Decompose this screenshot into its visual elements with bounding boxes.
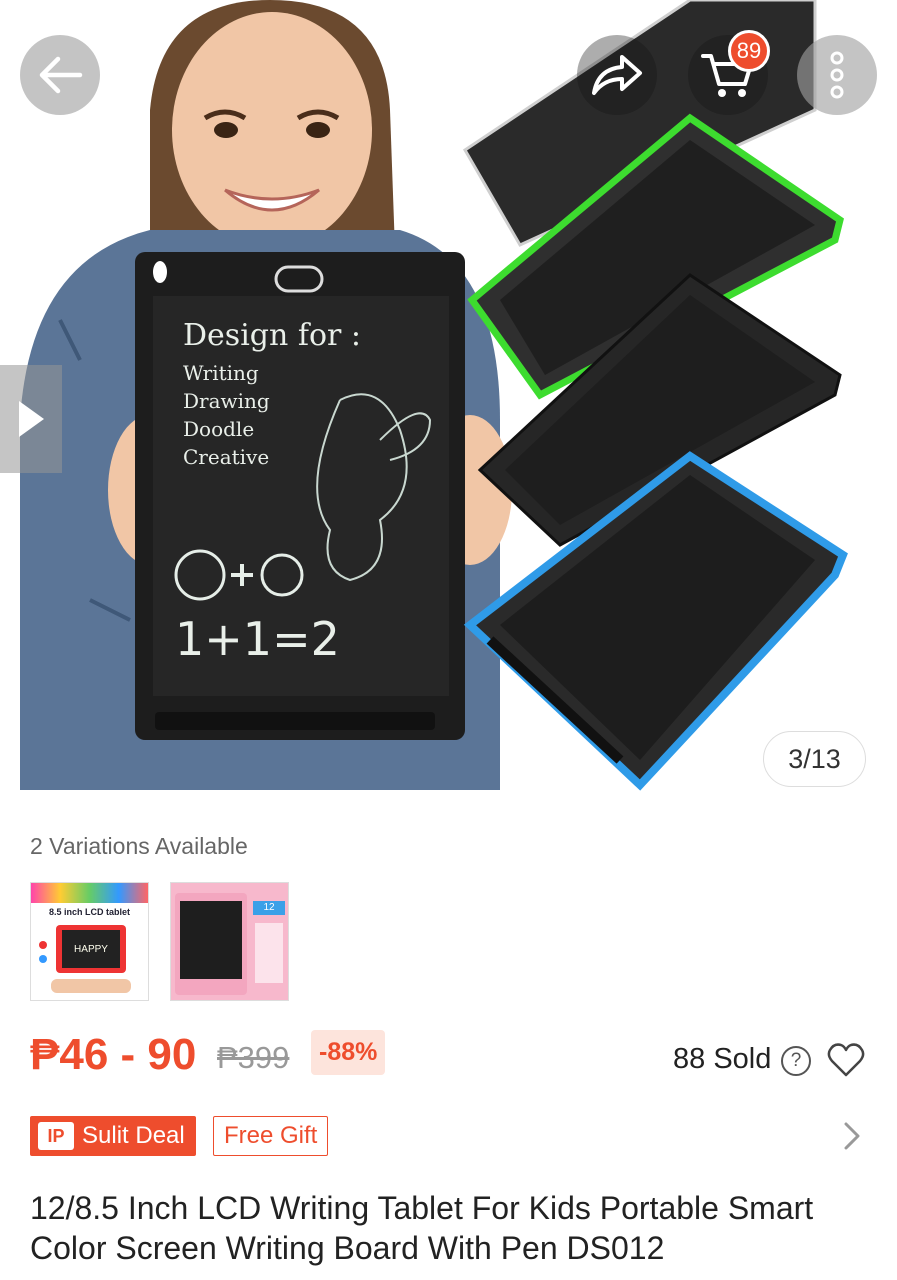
more-options-button[interactable] [797,35,877,115]
heart-icon[interactable] [827,1042,865,1078]
help-icon[interactable]: ? [781,1046,811,1076]
chevron-right-icon[interactable] [842,1121,862,1151]
thumb-screen: HAPPY [62,930,120,968]
product-title: 12/8.5 Inch LCD Writing Tablet For Kids … [30,1190,814,1266]
free-gift-badge[interactable]: Free Gift [213,1116,329,1156]
screen-item: Writing [183,361,259,385]
screen-item: Doodle [183,417,255,441]
discount-badge: -88% [311,1030,386,1075]
share-button[interactable] [577,35,657,115]
screen-heading: Design for : [183,318,362,353]
screen-item: Drawing [183,389,270,413]
back-button[interactable] [20,35,100,115]
product-image-gallery[interactable]: Design for : Writing Drawing Doodle Crea… [0,0,897,815]
tablet-screen-text: Design for : Writing Drawing Doodle Crea… [183,318,361,471]
video-play-button[interactable] [0,365,62,473]
sulit-deal-label: Sulit Deal [82,1122,185,1149]
thumb-caption: 12 [253,901,285,915]
screen-equation: 1+1=2 [175,612,340,666]
sold-count: 88 Sold [673,1043,772,1075]
more-vertical-icon [830,51,844,99]
image-counter: 3/13 [763,731,866,787]
screen-item: Creative [183,445,270,469]
sulit-logo-icon: IP [38,1122,74,1150]
cart-count-badge: 89 [728,30,770,72]
arrow-left-icon [39,56,83,94]
play-icon [19,401,44,437]
product-photo [20,0,848,791]
face [172,12,372,248]
variation-thumbnail-2[interactable]: 12 [170,882,289,1001]
variations-label: 2 Variations Available [30,833,248,859]
original-price: ₱399 [217,1040,290,1075]
share-arrow-icon [592,55,642,95]
thumb-caption: 8.5 inch LCD tablet [48,907,130,917]
variation-thumbnail-1[interactable]: 8.5 inch LCD tablet HAPPY [30,882,149,1001]
price-range: ₱46 - 90 [30,1030,197,1079]
sulit-deal-badge[interactable]: IP Sulit Deal [30,1116,196,1156]
